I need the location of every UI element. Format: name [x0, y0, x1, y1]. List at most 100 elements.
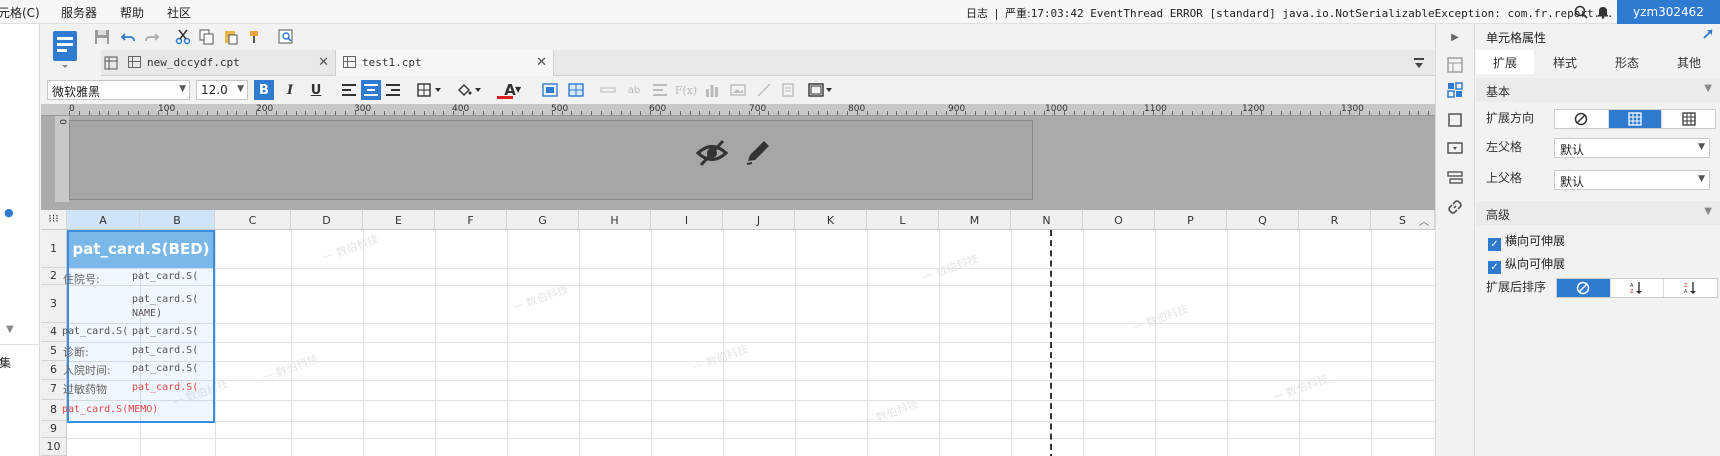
font-family-select[interactable]: 微软雅黑 ▼ [47, 80, 190, 100]
chart-icon[interactable] [702, 80, 722, 100]
border-select-icon[interactable] [415, 80, 445, 100]
column-header-e[interactable]: E [363, 210, 435, 230]
column-header-q[interactable]: Q [1227, 210, 1299, 230]
tab-new-dccydf[interactable]: new_dccydf.cpt ✕ [121, 50, 336, 76]
v-expand-checkbox[interactable]: ✓ 纵向可伸展 [1488, 255, 1565, 274]
column-header-n[interactable]: N [1011, 210, 1083, 230]
bold-button[interactable]: B [254, 80, 274, 100]
cell-attributes-icon[interactable] [1445, 80, 1465, 100]
format-painter-icon[interactable] [246, 27, 266, 47]
close-icon[interactable]: ✕ [536, 55, 547, 70]
column-header-c[interactable]: C [215, 210, 291, 230]
cut-icon[interactable] [173, 27, 193, 47]
left-panel-label[interactable]: 集 [0, 354, 11, 371]
align-right-icon[interactable] [383, 80, 403, 100]
sort-descending-icon[interactable]: ZA [1664, 279, 1717, 297]
bell-icon[interactable] [1593, 2, 1613, 22]
row-header-1[interactable]: 1 [41, 230, 67, 268]
unmerge-cells-icon[interactable] [566, 80, 586, 100]
preview-icon[interactable] [276, 27, 296, 47]
left-parent-select[interactable]: 默认 ▼ [1554, 138, 1710, 158]
tab-expand[interactable]: 扩展 [1476, 50, 1534, 74]
text-list-icon[interactable] [650, 80, 670, 100]
column-header-m[interactable]: M [939, 210, 1011, 230]
column-header-r[interactable]: R [1299, 210, 1371, 230]
condition-icon[interactable] [1445, 168, 1465, 188]
spreadsheet-grid[interactable]: ⁝⁝⁝ A B C D E F G H I J K L M N O P Q R … [41, 210, 1435, 456]
menu-server[interactable]: 服务器 [61, 4, 97, 21]
grid-view-icon[interactable] [101, 53, 121, 73]
h-expand-checkbox[interactable]: ✓ 横向可伸展 [1488, 232, 1565, 251]
tab-menu-icon[interactable] [1409, 53, 1429, 73]
expand-panel-icon[interactable] [1702, 28, 1714, 43]
search-icon[interactable] [1571, 2, 1591, 22]
merge-cells-icon[interactable] [540, 80, 560, 100]
cell-element-icon[interactable] [806, 80, 836, 100]
page-header-page[interactable] [69, 120, 1033, 200]
cell-b6[interactable]: pat_card.S( [132, 363, 214, 374]
paste-icon[interactable] [221, 27, 241, 47]
column-header-i[interactable]: I [651, 210, 723, 230]
template-dataset-icon[interactable] [47, 27, 87, 72]
cell-a7[interactable]: 过敏药物 [63, 381, 107, 397]
horizontal-expand-icon[interactable] [1662, 110, 1715, 128]
user-account-badge[interactable]: yzm302462 [1617, 0, 1720, 24]
align-left-icon[interactable] [339, 80, 359, 100]
no-expand-icon[interactable] [1555, 110, 1609, 128]
menu-help[interactable]: 帮助 [120, 4, 144, 21]
pencil-icon[interactable] [744, 135, 774, 170]
no-sort-icon[interactable] [1557, 279, 1611, 297]
tab-form[interactable]: 形态 [1596, 50, 1658, 74]
chevron-down-icon[interactable]: ▼ [6, 324, 14, 335]
hyperlink-icon[interactable] [1445, 197, 1465, 217]
undo-icon[interactable] [118, 27, 138, 47]
italic-button[interactable]: I [280, 80, 300, 100]
vertical-expand-icon[interactable] [1608, 110, 1663, 128]
section-basic[interactable]: 基本 ▼ [1476, 78, 1720, 102]
column-header-a[interactable]: A [67, 210, 140, 230]
chevron-right-icon[interactable]: ▶ [1445, 27, 1465, 47]
column-header-b[interactable]: B [140, 210, 215, 230]
column-header-p[interactable]: P [1155, 210, 1227, 230]
column-header-k[interactable]: K [795, 210, 867, 230]
tab-other[interactable]: 其他 [1658, 50, 1720, 74]
chevron-up-icon[interactable]: ︿ [1419, 213, 1429, 228]
tab-style[interactable]: 样式 [1534, 50, 1596, 74]
cell-b5[interactable]: pat_card.S( [132, 345, 214, 356]
row-header-3[interactable]: 3 [41, 285, 67, 323]
log-label[interactable]: 日志 [966, 7, 988, 20]
font-color-button[interactable]: A ▼ [495, 80, 525, 100]
column-header-h[interactable]: H [579, 210, 651, 230]
row-header-9[interactable]: 9 [41, 421, 67, 438]
cell-a1-merged[interactable]: pat_card.S(BED) [69, 232, 213, 268]
column-header-g[interactable]: G [507, 210, 579, 230]
slash-icon[interactable] [754, 80, 774, 100]
tab-test1[interactable]: test1.cpt ✕ [336, 50, 554, 76]
menu-cell[interactable]: 元格(C) [0, 4, 40, 21]
formula-icon[interactable]: F(x) [675, 80, 697, 100]
top-parent-select[interactable]: 默认 ▼ [1554, 170, 1710, 190]
align-center-icon[interactable] [361, 80, 381, 100]
underline-button[interactable]: U [306, 80, 326, 100]
cell-a8[interactable]: pat_card.S(MEMO) [62, 404, 158, 415]
font-size-select[interactable]: 12.0 ▼ [196, 80, 248, 100]
section-advanced[interactable]: 高级 ▼ [1476, 201, 1720, 225]
row-header-10[interactable]: 10 [41, 438, 67, 456]
grid-corner-icon[interactable]: ⁝⁝⁝ [41, 210, 67, 230]
column-header-d[interactable]: D [291, 210, 363, 230]
cell-b2[interactable]: pat_card.S( [132, 271, 214, 282]
log-status-line[interactable]: 日志 | 严重:17:03:42 EventThread ERROR [stan… [966, 5, 1613, 21]
cell-a5[interactable]: 诊断: [63, 344, 89, 360]
redo-icon[interactable] [142, 27, 162, 47]
copy-icon[interactable] [197, 27, 217, 47]
sub-report-icon[interactable] [778, 80, 798, 100]
menu-community[interactable]: 社区 [167, 4, 191, 21]
cell-a6[interactable]: 入院时间: [63, 362, 111, 378]
cell-b7[interactable]: pat_card.S( [132, 382, 214, 393]
save-icon[interactable] [92, 27, 112, 47]
column-header-l[interactable]: L [867, 210, 939, 230]
cell-b3-line1[interactable]: pat_card.S( [132, 294, 214, 305]
column-header-f[interactable]: F [435, 210, 507, 230]
close-icon[interactable]: ✕ [318, 55, 329, 70]
cell-a4[interactable]: pat_card.S( [62, 326, 139, 337]
